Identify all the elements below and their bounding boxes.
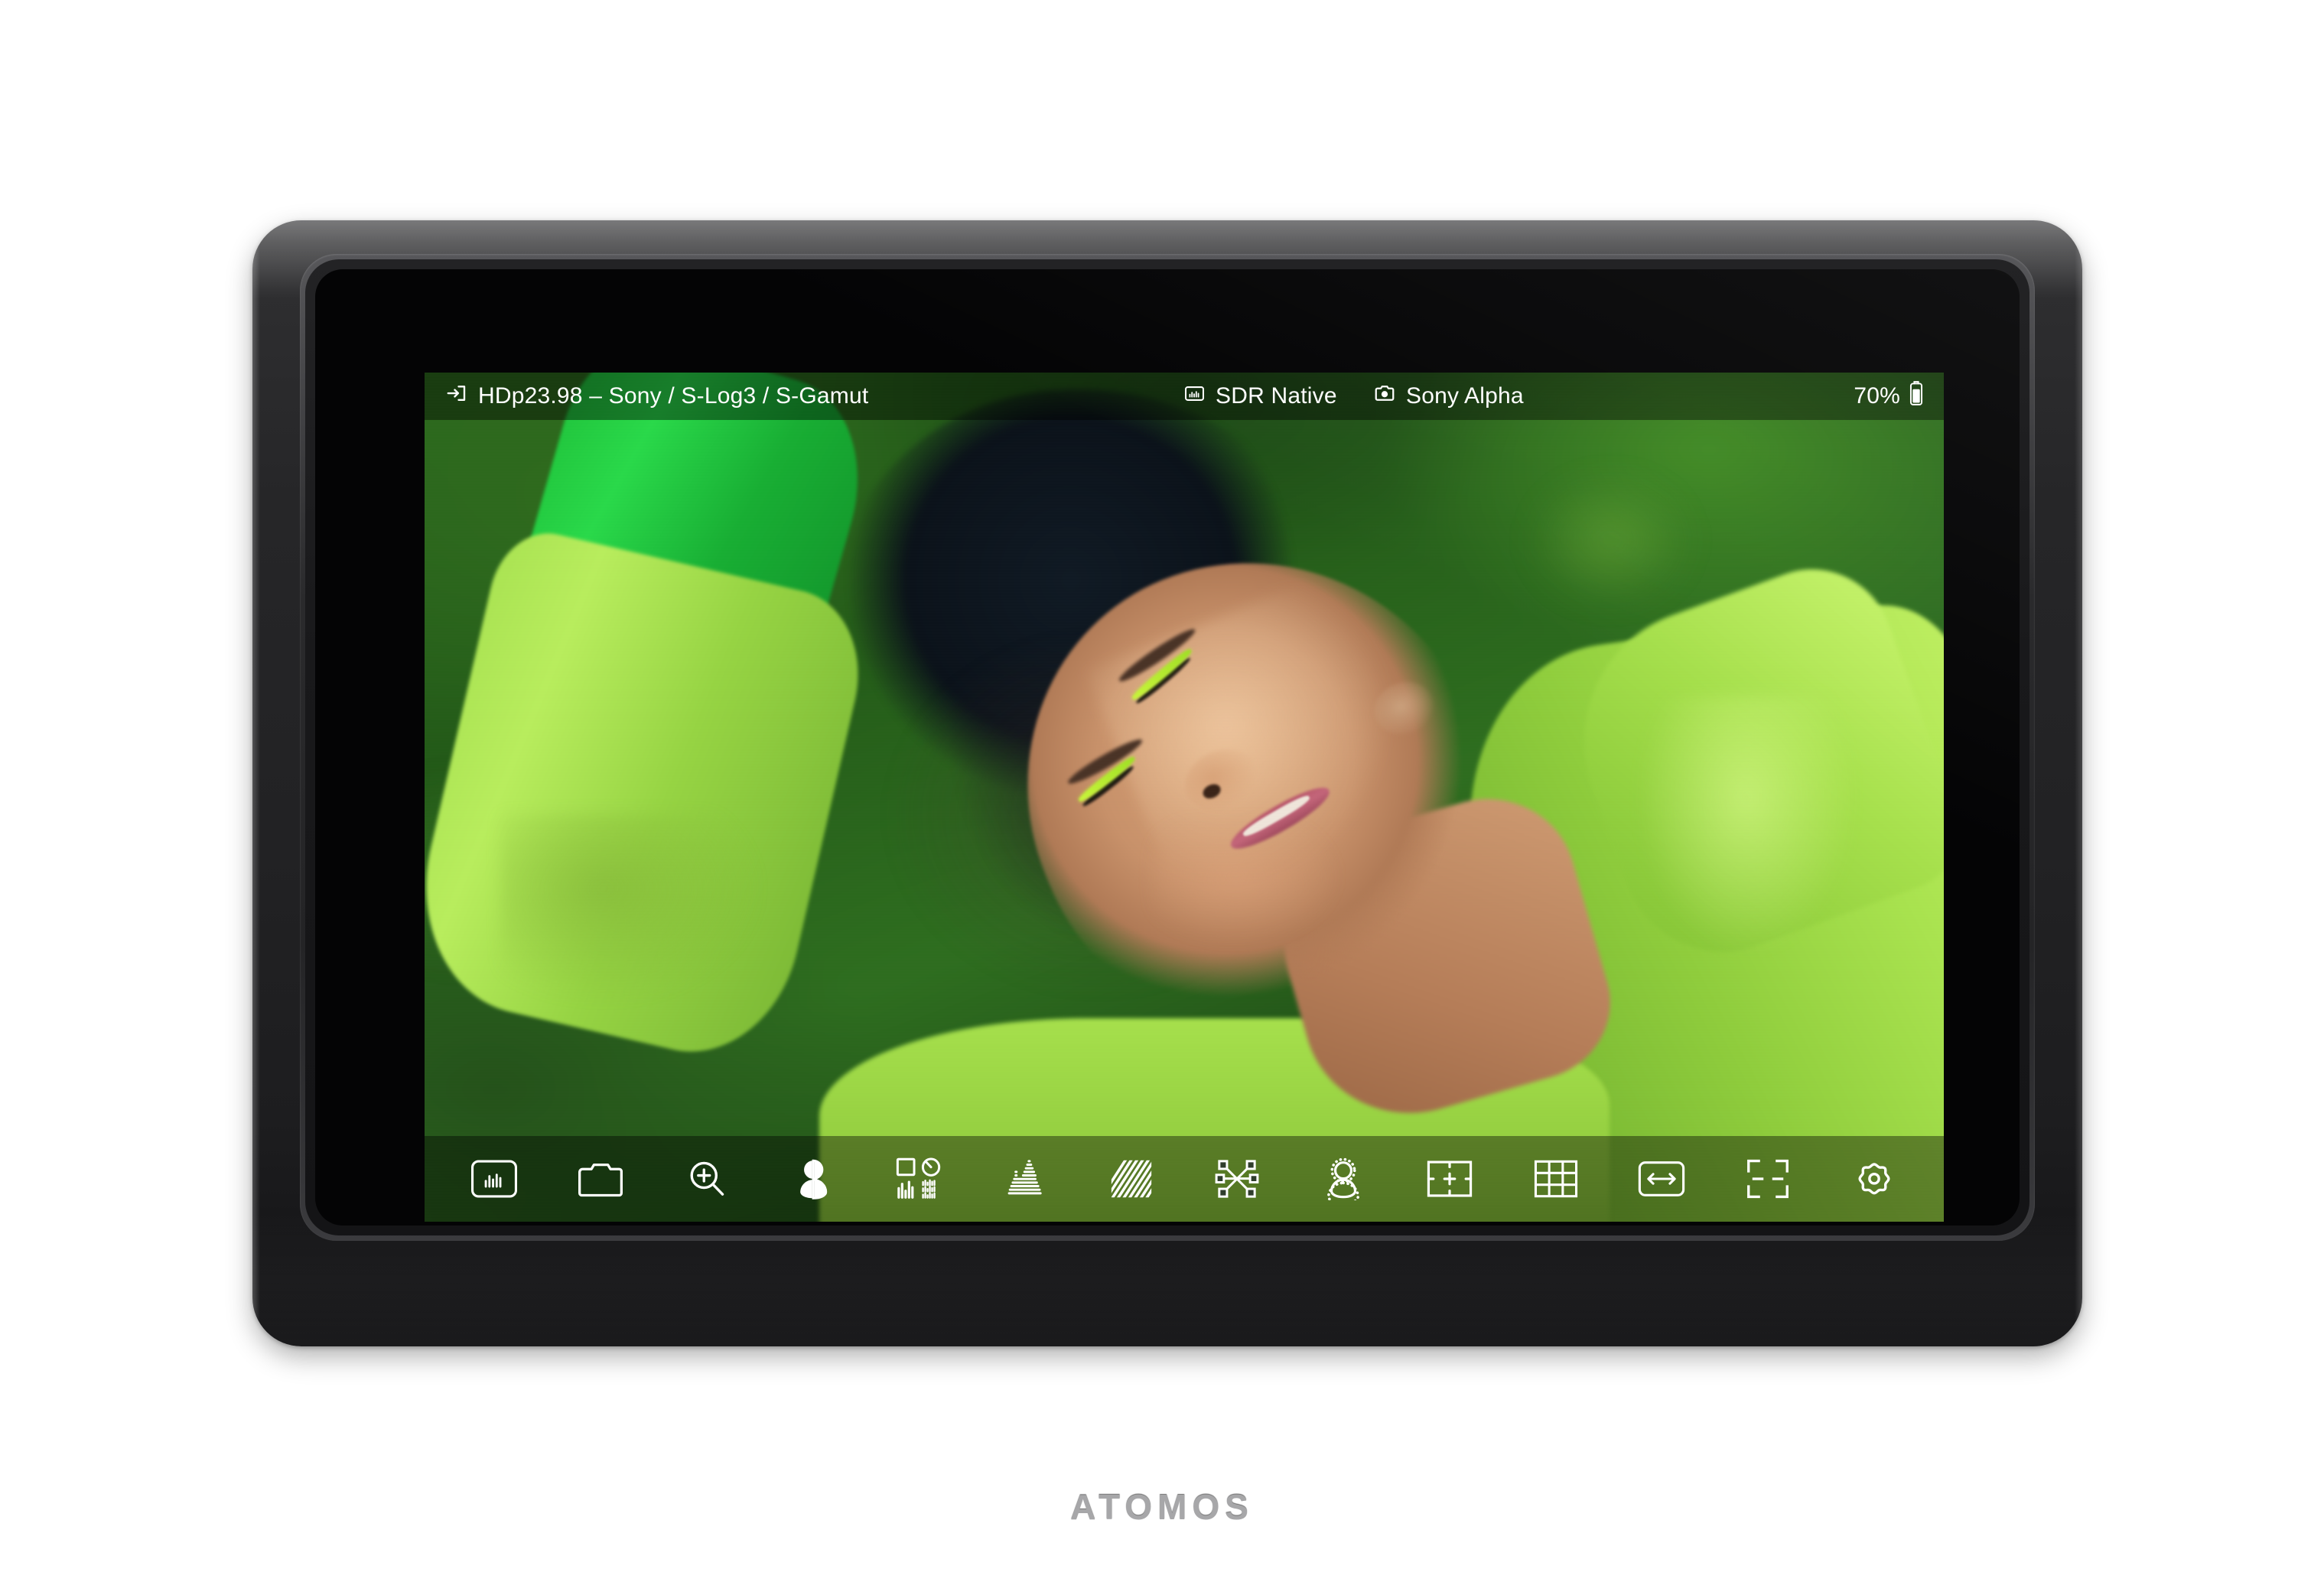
camera-label: Sony Alpha: [1406, 383, 1524, 409]
zoom-in-icon: [685, 1157, 729, 1200]
tool-focus-peaking[interactable]: [1291, 1136, 1397, 1222]
grid-3x3-icon: [1534, 1160, 1578, 1198]
subject-jacket-fold: [500, 814, 759, 1001]
waveform-icon: [1004, 1157, 1046, 1200]
scopes-grid-icon: [896, 1157, 942, 1200]
anamorphic-desqueeze-icon: [1215, 1157, 1259, 1200]
tool-zebra[interactable]: [1078, 1136, 1184, 1222]
input-signal-icon: [445, 382, 468, 411]
tool-grid[interactable]: [1502, 1136, 1609, 1222]
input-signal-label: HDp23.98 – Sony / S-Log3 / S-Gamut: [478, 383, 869, 409]
status-camera[interactable]: Sony Alpha: [1373, 382, 1524, 411]
tool-aspect-ratio[interactable]: [1609, 1136, 1715, 1222]
screenshot-root: HDp23.98 – Sony / S-Log3 / S-Gamut SDR N…: [0, 0, 2324, 1569]
tool-exposure[interactable]: [760, 1136, 866, 1222]
video-preview-area[interactable]: HDp23.98 – Sony / S-Log3 / S-Gamut SDR N…: [425, 373, 1944, 1222]
camera-icon: [577, 1159, 624, 1199]
tool-monitor-info[interactable]: [441, 1136, 548, 1222]
tool-punch-in-zoom[interactable]: [653, 1136, 760, 1222]
lut-mode-label: SDR Native: [1216, 383, 1337, 409]
aspect-ratio-icon: [1638, 1160, 1685, 1197]
tool-scopes[interactable]: [866, 1136, 972, 1222]
zebra-stripes-icon: [1110, 1158, 1153, 1200]
tool-frame-guides[interactable]: [1396, 1136, 1502, 1222]
histogram-box-icon: [1183, 382, 1206, 411]
focus-peaking-icon: [1323, 1157, 1363, 1200]
status-lut-mode[interactable]: SDR Native: [1183, 382, 1337, 411]
battery-level-label: 70%: [1854, 383, 1900, 409]
osd-tool-bar: [425, 1136, 1944, 1222]
tool-safe-area[interactable]: [1715, 1136, 1821, 1222]
histogram-box-icon: [470, 1159, 518, 1199]
frame-guide-icon: [1427, 1160, 1473, 1198]
osd-status-bar: HDp23.98 – Sony / S-Log3 / S-Gamut SDR N…: [425, 373, 1944, 420]
exposure-person-icon: [794, 1157, 832, 1200]
tool-waveform[interactable]: [972, 1136, 1079, 1222]
gear-icon: [1853, 1157, 1896, 1200]
battery-icon: [1909, 380, 1924, 412]
status-input-signal[interactable]: HDp23.98 – Sony / S-Log3 / S-Gamut: [445, 382, 868, 411]
tool-anamorphic[interactable]: [1184, 1136, 1291, 1222]
atomos-brand-logo: ATOMOS: [1070, 1487, 1254, 1527]
monitor-glass-panel: HDp23.98 – Sony / S-Log3 / S-Gamut SDR N…: [315, 269, 2020, 1226]
status-battery[interactable]: 70%: [1854, 380, 1924, 412]
tool-camera-control[interactable]: [548, 1136, 654, 1222]
tool-settings[interactable]: [1821, 1136, 1927, 1222]
subject-jacket-highlight: [1639, 695, 1853, 950]
live-video-image: [425, 373, 1944, 1222]
camera-icon: [1373, 382, 1396, 411]
safe-area-icon: [1746, 1159, 1790, 1199]
